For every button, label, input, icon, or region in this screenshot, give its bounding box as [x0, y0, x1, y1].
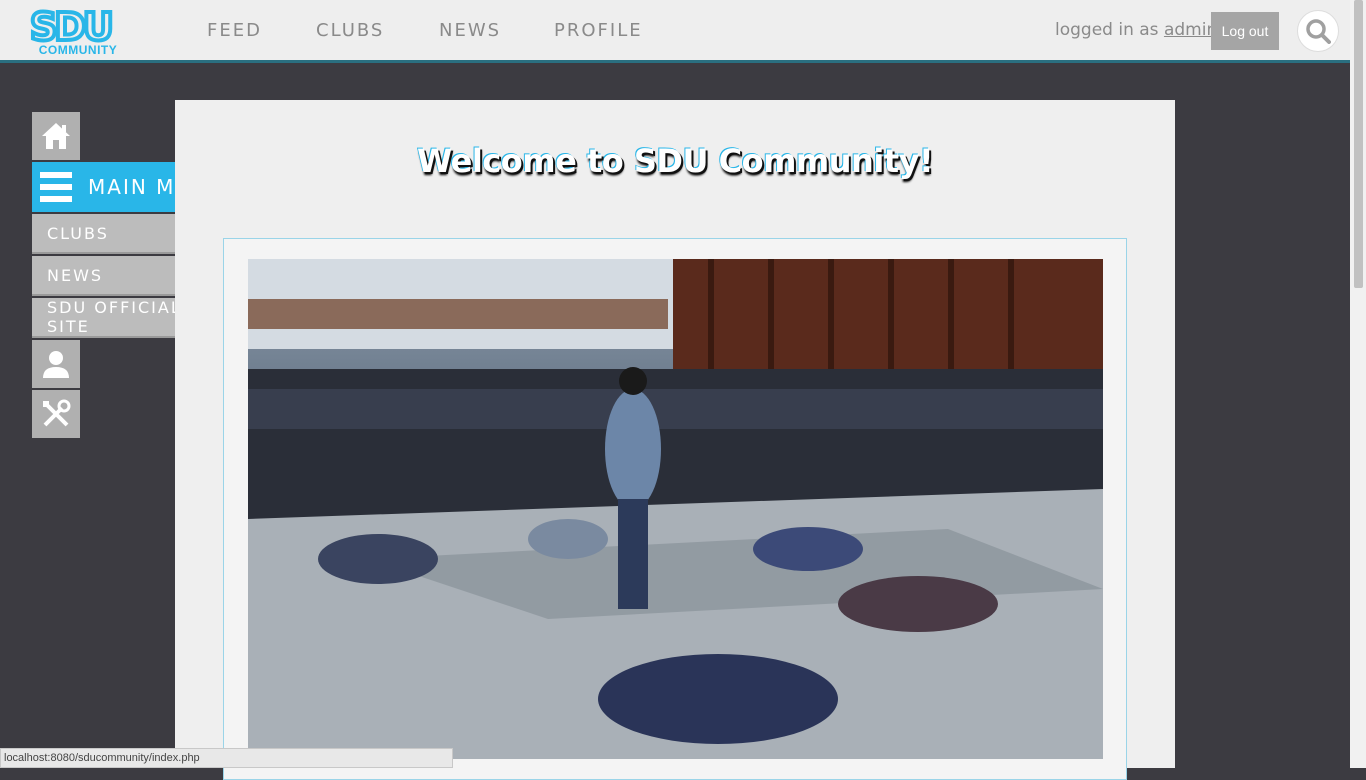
nav-feed[interactable]: FEED — [207, 20, 262, 41]
user-icon — [43, 351, 69, 378]
logged-in-label: logged in as — [1055, 20, 1159, 40]
nav-news[interactable]: NEWS — [439, 20, 501, 41]
home-button[interactable] — [32, 112, 80, 160]
search-icon — [1306, 19, 1331, 44]
user-info: logged in as admin — [1055, 20, 1217, 40]
scrollbar-thumb[interactable] — [1354, 0, 1363, 288]
nav-profile[interactable]: PROFILE — [554, 20, 643, 41]
welcome-heading: Welcome to SDU Community! — [416, 142, 934, 180]
top-bar: SDU COMMUNITY FEED CLUBS NEWS PROFILE lo… — [0, 0, 1350, 63]
profile-button[interactable] — [32, 340, 80, 388]
hamburger-icon — [40, 172, 72, 202]
photo-frame — [223, 238, 1127, 780]
settings-button[interactable] — [32, 390, 80, 438]
logo-subtitle: COMMUNITY — [38, 43, 118, 57]
username-link[interactable]: admin — [1164, 20, 1217, 40]
content-panel: Welcome to SDU Community! — [175, 100, 1175, 780]
photo-illustration — [248, 259, 1103, 759]
tools-icon — [43, 399, 71, 427]
event-photo — [248, 259, 1103, 759]
home-icon — [42, 123, 70, 149]
nav-clubs[interactable]: CLUBS — [316, 20, 384, 41]
logout-button[interactable]: Log out — [1211, 12, 1279, 50]
search-button[interactable] — [1297, 10, 1339, 52]
status-bar-url: localhost:8080/sducommunity/index.php — [0, 748, 453, 768]
